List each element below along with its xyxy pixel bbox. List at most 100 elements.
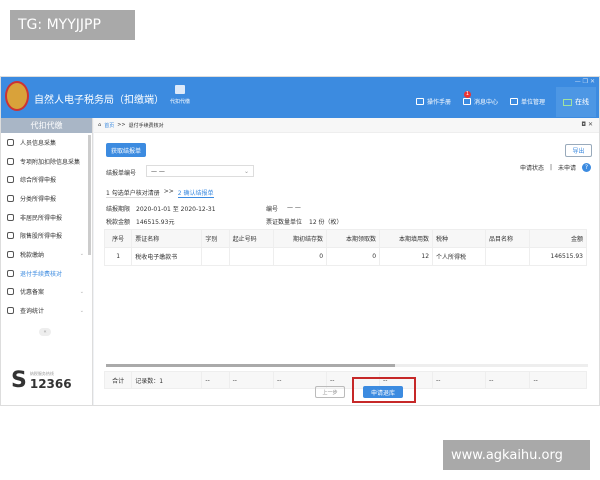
status-label: 申请状态	[519, 165, 544, 172]
bill-no-value: — —	[151, 168, 165, 175]
amount-label: 税款金额	[106, 219, 131, 226]
sidebar-scrollbar[interactable]	[88, 135, 91, 255]
period-value: 2020-01-01 至 2020-12-31	[136, 206, 216, 213]
table-row[interactable]: 1 税收电子缴款书 0 0 12 个人所得税 146515.93	[103, 247, 587, 266]
online-label: 在线	[575, 98, 589, 106]
sidebar-item-label: 分类所得申报	[20, 195, 57, 203]
nav-label: 消息中心	[474, 99, 499, 106]
sidebar-item-label: 查询统计	[20, 308, 45, 316]
collapse-sidebar-button[interactable]: «	[39, 328, 51, 336]
count-value: 12 份（枚）	[309, 219, 343, 226]
column-header: 票证名称	[131, 229, 203, 248]
breadcrumb-sep: >>	[117, 122, 126, 128]
window-controls[interactable]: — ❐ ✕	[575, 78, 595, 85]
steps: 1 勾选单户核对清册 >> 2 确认结报单	[106, 188, 214, 198]
scrollbar-thumb[interactable]	[106, 364, 396, 367]
column-header: 期初结存数	[273, 229, 328, 248]
tax-emblem-logo	[5, 81, 29, 111]
period-label: 结报期限	[106, 206, 131, 213]
table-cell: 12	[379, 247, 434, 266]
home-icon: ⌂	[98, 122, 102, 128]
table-horizontal-scrollbar[interactable]	[106, 364, 588, 367]
watermark-top: TG: MYYJJPP	[10, 10, 135, 40]
sidebar-item-7[interactable]: 退付手续费核对	[1, 264, 92, 283]
sidebar-item-1[interactable]: 专项附加扣除信息采集	[1, 152, 92, 171]
table-cell: 0	[273, 247, 328, 266]
table-cell	[228, 247, 275, 266]
file-icon	[7, 288, 14, 296]
step-1[interactable]: 1 勾选单户核对清册	[106, 188, 160, 198]
mail-icon	[463, 98, 471, 105]
footer-cell: 合计	[103, 371, 133, 389]
sidebar-item-6[interactable]: 税款缴纳 ⌄	[1, 245, 92, 264]
sidebar: 代扣代缴 人员信息采集 专项附加扣除信息采集 综合所得申报 分类所得申报 非居民所得申报…	[1, 118, 93, 405]
breadcrumb-home[interactable]: 首页	[104, 122, 114, 129]
sidebar-item-label: 退付手续费核对	[20, 270, 63, 278]
hotline: S 纳税服务热线 12366	[11, 368, 72, 393]
apply-status: 申请状态 | 未申请 ?	[520, 163, 591, 172]
footer-cell: --	[529, 371, 587, 389]
module-withholding[interactable]: 代扣代缴	[166, 85, 194, 105]
help-icon[interactable]: ?	[582, 163, 591, 172]
main-content: ⌂ 首页 >> 退付手续费核对 ◘ ✕ 获取结报单 导出 申请状态 | 未申请 …	[94, 118, 599, 405]
sidebar-item-label: 专项附加扣除信息采集	[20, 158, 81, 166]
sidebar-item-8[interactable]: 优惠备案 ⌄	[1, 283, 92, 302]
footer-cell: --	[228, 371, 275, 389]
bill-no-label: 结报单编号	[106, 170, 137, 177]
footer-cell: --	[201, 371, 230, 389]
column-header: 起止号码	[228, 229, 275, 248]
get-bill-button[interactable]: 获取结报单	[106, 143, 146, 157]
prev-step-button[interactable]: 上一步	[315, 386, 345, 398]
bill-no-select[interactable]: — — ⌄	[146, 165, 254, 177]
document-icon	[416, 98, 424, 105]
amount-value: 146515.93元	[136, 219, 175, 226]
sidebar-item-3[interactable]: 分类所得申报	[1, 189, 92, 208]
footer-cell: --	[432, 371, 487, 389]
table-cell: 146515.93	[529, 247, 587, 266]
building-icon	[510, 98, 518, 105]
message-badge: 1	[464, 91, 471, 98]
monitor-icon	[563, 98, 572, 106]
hotline-number: 12366	[29, 376, 72, 391]
column-header: 字别	[201, 229, 230, 248]
footer-cell: 记录数：1	[131, 371, 203, 389]
app-title: 自然人电子税务局（扣缴端）	[34, 95, 164, 106]
breadcrumb-current: 退付手续费核对	[128, 122, 164, 129]
sidebar-item-5[interactable]: 限售股所得申报	[1, 226, 92, 245]
layers-icon	[7, 176, 14, 184]
sidebar-item-0[interactable]: 人员信息采集	[1, 133, 92, 152]
column-header: 本期领取数	[326, 229, 381, 248]
header: 自然人电子税务局（扣缴端） 代扣代缴 操作手册 消息中心 1 单位管理 在线 —…	[1, 77, 599, 118]
breadcrumb: ⌂ 首页 >> 退付手续费核对	[94, 118, 599, 133]
nav-label: 操作手册	[427, 99, 452, 106]
sidebar-item-label: 税款缴纳	[20, 251, 45, 259]
chevron-down-icon: ⌄	[243, 168, 249, 175]
chevron-down-icon: ⌄	[79, 251, 84, 258]
highlight-box	[352, 377, 416, 403]
step-2[interactable]: 2 确认结报单	[177, 188, 214, 198]
wallet-icon	[175, 85, 185, 94]
nav-label: 单位管理	[521, 99, 546, 106]
sidebar-item-label: 非居民所得申报	[20, 214, 63, 222]
table-cell	[201, 247, 230, 266]
app-window: 自然人电子税务局（扣缴端） 代扣代缴 操作手册 消息中心 1 单位管理 在线 —…	[0, 76, 600, 406]
online-status-button[interactable]: 在线	[556, 87, 596, 117]
sidebar-item-9[interactable]: 查询统计 ⌄	[1, 301, 92, 320]
table-footer: 合计 记录数：1 -- -- -- -- -- -- -- --	[103, 371, 587, 389]
status-sep: |	[549, 164, 552, 171]
chevron-down-icon: ⌄	[79, 288, 84, 295]
nav-unit-management[interactable]: 单位管理	[510, 97, 545, 106]
sidebar-item-4[interactable]: 非居民所得申报	[1, 208, 92, 227]
document-icon	[7, 269, 14, 277]
sidebar-item-2[interactable]: 综合所得申报	[1, 170, 92, 189]
tab-controls[interactable]: ◘ ✕	[581, 121, 593, 128]
nav-messages[interactable]: 消息中心	[463, 97, 498, 106]
table-cell: 税收电子缴款书	[131, 247, 203, 266]
export-button[interactable]: 导出	[565, 144, 592, 157]
person-icon	[7, 213, 14, 221]
column-header: 税种	[432, 229, 487, 248]
nav-manual[interactable]: 操作手册	[416, 97, 451, 106]
footer-cell: --	[485, 371, 531, 389]
module-label: 代扣代缴	[169, 99, 190, 105]
sidebar-item-label: 综合所得申报	[20, 177, 57, 185]
